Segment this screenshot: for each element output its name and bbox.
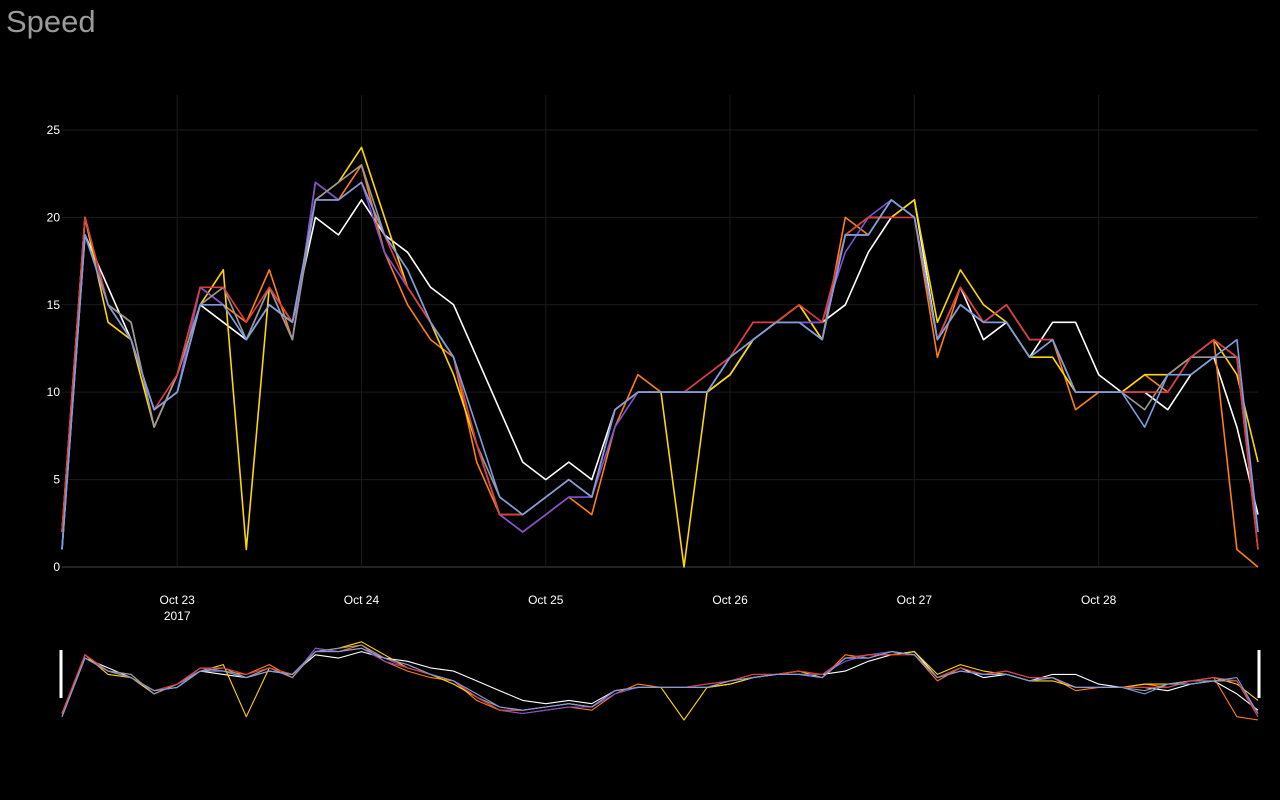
x-tick-label: Oct 27 [897, 593, 933, 607]
x-tick-label: Oct 26 [712, 593, 748, 607]
y-tick-label: 15 [47, 298, 61, 312]
range-slider[interactable] [59, 641, 1261, 721]
series-line-3 [61, 146, 1259, 568]
x-tick-label: Oct 23 [160, 593, 196, 607]
slider-series-line-2 [61, 644, 1259, 721]
series-layer [61, 146, 1259, 568]
y-tick-label: 20 [47, 210, 61, 224]
y-tick-label: 5 [53, 473, 60, 487]
slider-series-line-3 [61, 641, 1259, 721]
chart-canvas: 0510152025 Oct 232017Oct 24 Oct 25 Oct 26 O… [47, 95, 1261, 721]
x-axis: Oct 23 2017 Oct 24 Oct 25 Oct 26 Oct 27 Oct 28 [160, 593, 1117, 623]
y-tick-label: 0 [53, 560, 60, 574]
y-axis: 0 5 10 15 20 25 [47, 123, 61, 574]
x-tick-sublabel: 2017 [164, 609, 191, 623]
y-tick-label: 10 [47, 385, 61, 399]
y-tick-label: 25 [47, 123, 61, 137]
x-tick-label: Oct 24 [344, 593, 380, 607]
x-tick-label: Oct 28 [1081, 593, 1117, 607]
x-tick-label: Oct 25 [528, 593, 564, 607]
series-line-2 [61, 164, 1259, 568]
